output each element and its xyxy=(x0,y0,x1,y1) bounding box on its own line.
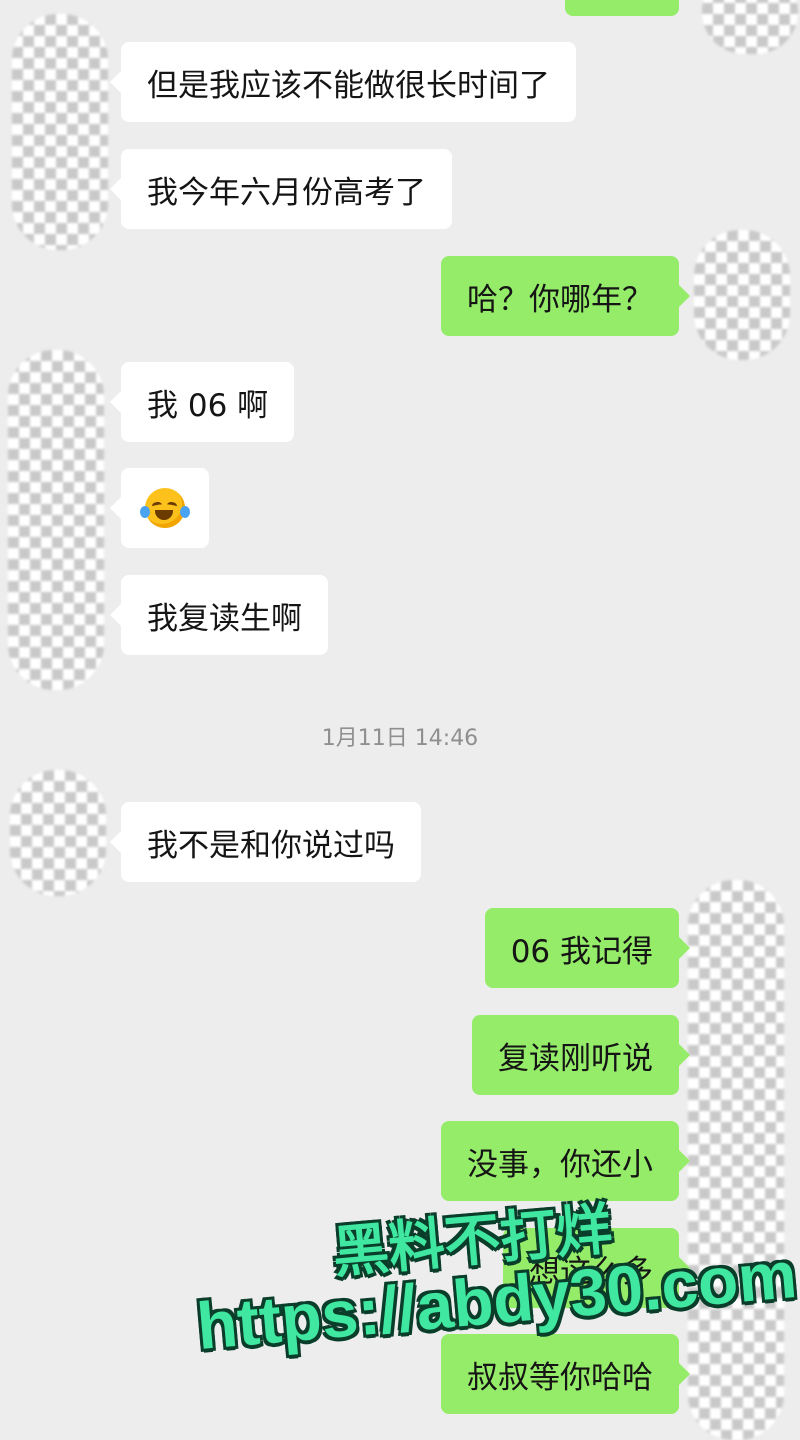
message-bubble-incoming[interactable] xyxy=(110,468,209,548)
contact-avatar[interactable] xyxy=(12,14,108,250)
message-bubble-incoming[interactable]: 我今年六月份高考了 xyxy=(110,149,452,229)
face-with-tears-of-joy-emoji-icon xyxy=(140,488,190,528)
message-bubble-outgoing[interactable]: 哈？你哪年？ xyxy=(441,256,690,336)
contact-avatar[interactable] xyxy=(10,770,106,896)
message-bubble-outgoing[interactable] xyxy=(565,0,679,16)
message-bubble-incoming[interactable]: 但是我应该不能做很长时间了 xyxy=(110,42,576,122)
contact-avatar[interactable] xyxy=(8,350,104,690)
message-bubble-incoming[interactable]: 我 06 啊 xyxy=(109,362,295,442)
message-bubble-outgoing[interactable]: 复读刚听说 xyxy=(472,1015,690,1095)
message-bubble-outgoing[interactable]: 叔叔等你哈哈 xyxy=(441,1334,690,1414)
message-bubble-incoming[interactable]: 我不是和你说过吗 xyxy=(110,802,421,882)
message-bubble-incoming[interactable]: 我复读生啊 xyxy=(110,575,328,655)
self-avatar[interactable] xyxy=(688,880,784,1440)
chat-timestamp: 1月11日 14:46 xyxy=(321,726,479,751)
self-avatar[interactable] xyxy=(694,230,790,360)
message-bubble-outgoing[interactable]: 06 我记得 xyxy=(484,908,691,988)
self-avatar[interactable] xyxy=(702,0,798,54)
